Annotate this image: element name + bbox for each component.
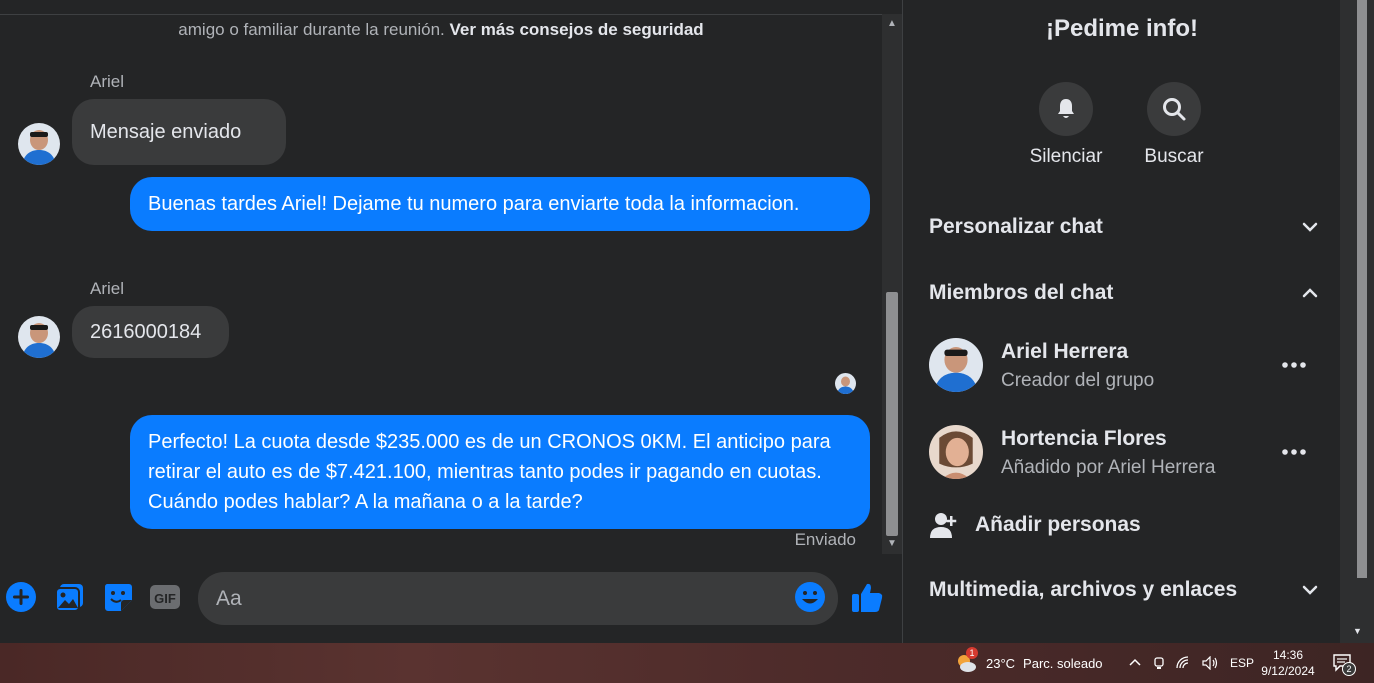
bell-icon[interactable] <box>1039 82 1093 136</box>
thumbs-up-icon[interactable] <box>850 580 884 619</box>
notification-count: 2 <box>1342 662 1356 676</box>
weather-badge: 1 <box>966 647 978 659</box>
group-title: ¡Pedime info! <box>903 0 1341 48</box>
search-action[interactable]: Buscar <box>1119 82 1229 168</box>
sticker-icon[interactable] <box>102 581 134 613</box>
member-row[interactable]: Hortencia Flores Añadido por Ariel Herre… <box>929 425 1319 481</box>
gif-icon[interactable]: GIF <box>149 581 181 613</box>
scroll-up-icon[interactable]: ▲ <box>882 14 902 34</box>
member-name: Hortencia Flores <box>1001 427 1167 450</box>
avatar[interactable] <box>929 338 983 392</box>
plus-circle-icon[interactable] <box>5 581 37 613</box>
media-files-links-section[interactable]: Multimedia, archivos y enlaces <box>929 570 1319 610</box>
clock-time: 14:36 <box>1272 648 1304 662</box>
group-title-text: ¡Pedime info! <box>1045 15 1198 42</box>
safety-tips-link[interactable]: Ver más consejos de seguridad <box>450 20 704 39</box>
clock-date: 9/12/2024 <box>1261 664 1315 678</box>
safety-notice: amigo o familiar durante la reunión. Ver… <box>0 20 882 40</box>
chat-area: amigo o familiar durante la reunión. Ver… <box>0 0 882 643</box>
volume-icon[interactable] <box>1202 656 1220 670</box>
avatar[interactable] <box>18 316 60 358</box>
member-row[interactable]: Ariel Herrera Creador del grupo <box>929 338 1319 394</box>
scroll-down-icon[interactable]: ▼ <box>882 534 902 554</box>
message-composer: GIF <box>0 566 902 632</box>
scrollbar-thumb[interactable] <box>886 292 898 536</box>
image-icon[interactable] <box>54 581 86 613</box>
more-options-icon[interactable] <box>1281 443 1307 461</box>
weather-desc: Parc. soleado <box>1023 655 1103 671</box>
incoming-message[interactable]: 2616000184 <box>72 306 229 358</box>
seen-avatar <box>835 373 856 394</box>
clock[interactable]: 14:36 9/12/2024 <box>1258 647 1318 679</box>
message-sender: Ariel <box>90 279 125 298</box>
section-label: Multimedia, archivos y enlaces <box>929 578 1238 601</box>
weather-temp: 23°C <box>986 655 1016 671</box>
outgoing-message[interactable]: Perfecto! La cuota desde $235.000 es de … <box>130 415 870 529</box>
chevron-up-icon <box>1302 288 1318 298</box>
chevron-down-icon <box>1302 585 1318 595</box>
taskbar: 1 23°C Parc. soleado ESP 14:36 9/12/2024… <box>0 643 1374 683</box>
add-people-label: Añadir personas <box>975 513 1141 536</box>
incoming-message[interactable]: Mensaje enviado <box>72 99 286 165</box>
more-options-icon[interactable] <box>1281 356 1307 374</box>
mute-label: Silenciar <box>1029 146 1103 167</box>
member-role: Añadido por Ariel Herrera <box>1001 457 1216 478</box>
panel-scrollbar[interactable]: ▼ <box>1340 0 1374 643</box>
system-tray: ESP <box>1128 643 1254 683</box>
message-sender: Ariel <box>90 72 125 91</box>
language-indicator[interactable]: ESP <box>1230 656 1254 670</box>
weather-icon: 1 <box>954 647 978 675</box>
wifi-icon[interactable] <box>1176 656 1192 670</box>
gif-label: GIF <box>154 591 176 606</box>
member-name: Ariel Herrera <box>1001 340 1129 363</box>
chevron-up-icon[interactable] <box>1128 656 1142 670</box>
divider <box>0 14 882 15</box>
scroll-down-icon[interactable]: ▼ <box>1353 626 1362 636</box>
weather-widget[interactable]: 1 23°C Parc. soleado <box>954 643 1103 683</box>
scrollbar-thumb[interactable] <box>1357 0 1367 578</box>
section-label: Personalizar chat <box>929 215 1103 238</box>
chat-info-panel: ¡Pedime info! Silenciar Buscar Personali… <box>902 0 1340 643</box>
meet-now-icon[interactable] <box>1152 656 1166 670</box>
search-label: Buscar <box>1144 146 1204 167</box>
add-people-button[interactable]: Añadir personas <box>929 506 1141 544</box>
notification-center-icon[interactable]: 2 <box>1332 643 1356 683</box>
message-input-box[interactable] <box>198 572 838 625</box>
avatar[interactable] <box>18 123 60 165</box>
member-role: Creador del grupo <box>1001 370 1155 391</box>
section-label: Miembros del chat <box>929 281 1114 304</box>
chat-members-section[interactable]: Miembros del chat <box>929 273 1319 313</box>
add-person-icon <box>930 513 957 538</box>
customize-chat-section[interactable]: Personalizar chat <box>929 207 1319 247</box>
avatar[interactable] <box>929 425 983 479</box>
delivery-status: Enviado <box>794 530 856 549</box>
chevron-down-icon <box>1302 222 1318 232</box>
smiley-icon[interactable] <box>794 581 826 618</box>
message-input[interactable] <box>216 572 776 625</box>
chat-scrollbar[interactable]: ▲ ▼ <box>882 14 902 554</box>
search-icon[interactable] <box>1147 82 1201 136</box>
outgoing-message[interactable]: Buenas tardes Ariel! Dejame tu numero pa… <box>130 177 870 231</box>
mute-action[interactable]: Silenciar <box>1011 82 1121 168</box>
safety-notice-text: amigo o familiar durante la reunión. <box>178 20 445 39</box>
